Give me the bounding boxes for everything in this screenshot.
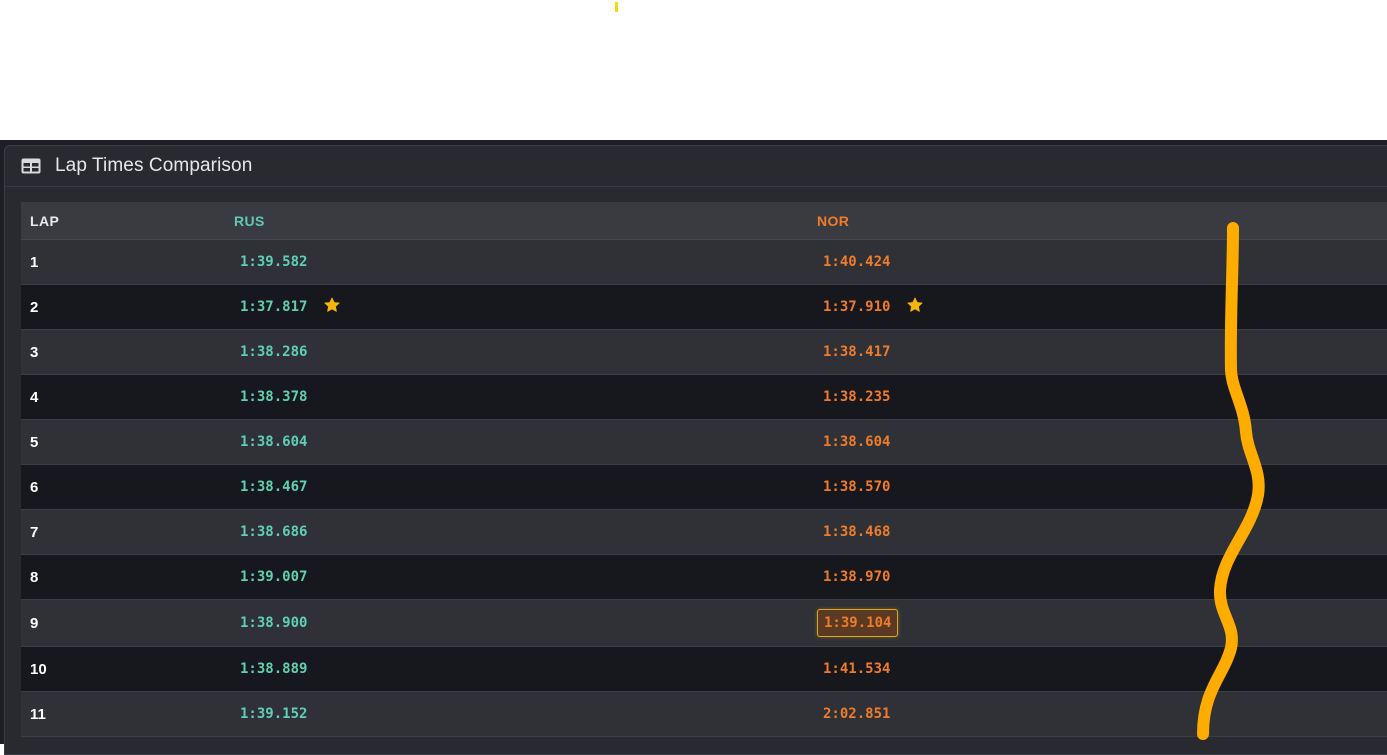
table-row[interactable]: 2 1:37.817 1:37.910: [21, 285, 1387, 330]
rus-time-cell: 1:38.467: [229, 479, 812, 495]
lap-number: 4: [30, 388, 39, 406]
lap-cell: 6: [21, 479, 229, 496]
yellow-marker: [615, 2, 618, 12]
header-rus[interactable]: RUS: [229, 213, 812, 229]
lap-number: 10: [30, 660, 47, 678]
nor-time-cell: 1:41.534: [812, 661, 1387, 677]
table-row[interactable]: 5 1:38.604 1:38.604: [21, 420, 1387, 465]
lap-times-table: LAP RUS NOR 1 1:39.582 1:40.424 2 1:37.817 1:…: [21, 202, 1387, 737]
lap-number: 2: [30, 298, 39, 316]
lap-number: 7: [30, 523, 39, 541]
nor-lap-time-highlighted[interactable]: 1:39.104: [817, 609, 899, 637]
header-lap[interactable]: LAP: [21, 213, 229, 229]
rus-lap-time: 1:38.604: [240, 434, 308, 450]
table-row[interactable]: 11 1:39.152 2:02.851: [21, 692, 1387, 737]
table-row[interactable]: 8 1:39.007 1:38.970: [21, 555, 1387, 600]
nor-lap-time: 1:40.424: [823, 254, 891, 270]
rus-lap-time: 1:37.817: [240, 299, 308, 315]
rus-lap-time: 1:38.467: [240, 479, 308, 495]
table-row[interactable]: 9 1:38.900 1:39.104: [21, 600, 1387, 647]
lap-number: 1: [30, 253, 39, 271]
rus-time-cell: 1:38.604: [229, 434, 812, 450]
lap-number: 6: [30, 478, 39, 496]
panel-header: Lap Times Comparison: [5, 146, 1387, 187]
lap-cell: 1: [21, 254, 229, 271]
rus-lap-time: 1:39.152: [240, 706, 308, 722]
blank-top-area: [0, 0, 1387, 140]
lap-cell: 8: [21, 569, 229, 586]
rus-time-cell: 1:39.007: [229, 569, 812, 585]
rus-lap-time: 1:38.286: [240, 344, 308, 360]
lap-times-panel: Lap Times Comparison LAP RUS NOR 1 1:39.5…: [4, 145, 1387, 755]
nor-time-cell: 1:40.424: [812, 254, 1387, 270]
lap-cell: 2: [21, 299, 229, 316]
rus-time-cell: 1:38.889: [229, 661, 812, 677]
rus-lap-time: 1:38.686: [240, 524, 308, 540]
nor-lap-time: 1:38.970: [823, 569, 891, 585]
lap-cell: 3: [21, 344, 229, 361]
nor-time-cell: 1:38.604: [812, 434, 1387, 450]
rus-time-cell: 1:39.582: [229, 254, 812, 270]
rus-lap-time: 1:38.889: [240, 661, 308, 677]
table-icon: [21, 158, 41, 174]
table-row[interactable]: 6 1:38.467 1:38.570: [21, 465, 1387, 510]
rus-time-cell: 1:38.686: [229, 524, 812, 540]
rus-time-cell: 1:38.286: [229, 344, 812, 360]
rus-time-cell: 1:37.817: [229, 297, 812, 316]
nor-time-cell: 1:37.910: [812, 297, 1387, 316]
table-row[interactable]: 10 1:38.889 1:41.534: [21, 647, 1387, 692]
lap-number: 5: [30, 433, 39, 451]
best-lap-star-icon: [324, 297, 340, 312]
nor-lap-time: 1:38.468: [823, 524, 891, 540]
panel-title: Lap Times Comparison: [55, 155, 253, 176]
nor-time-cell: 2:02.851: [812, 706, 1387, 722]
lap-cell: 9: [21, 615, 229, 632]
lap-number: 8: [30, 568, 39, 586]
nor-lap-time: 2:02.851: [823, 706, 891, 722]
header-nor[interactable]: NOR: [812, 213, 1387, 229]
table-row[interactable]: 7 1:38.686 1:38.468: [21, 510, 1387, 555]
nor-lap-time: 1:37.910: [823, 299, 891, 315]
table-row[interactable]: 4 1:38.378 1:38.235: [21, 375, 1387, 420]
table-row[interactable]: 1 1:39.582 1:40.424: [21, 240, 1387, 285]
nor-time-cell: 1:38.468: [812, 524, 1387, 540]
nor-lap-time: 1:38.417: [823, 344, 891, 360]
rus-time-cell: 1:38.378: [229, 389, 812, 405]
table-header-row: LAP RUS NOR: [21, 202, 1387, 240]
rus-lap-time: 1:38.900: [240, 615, 308, 631]
nor-time-cell: 1:38.570: [812, 479, 1387, 495]
rus-lap-time: 1:39.582: [240, 254, 308, 270]
rus-time-cell: 1:39.152: [229, 706, 812, 722]
lap-number: 9: [30, 614, 39, 632]
best-lap-star-icon: [907, 297, 923, 312]
lap-number: 3: [30, 343, 39, 361]
table-body: 1 1:39.582 1:40.424 2 1:37.817 1:37.910 3 1:38.…: [21, 240, 1387, 737]
rus-lap-time: 1:38.378: [240, 389, 308, 405]
nor-lap-time: 1:41.534: [823, 661, 891, 677]
lap-cell: 5: [21, 434, 229, 451]
lap-cell: 4: [21, 389, 229, 406]
nor-lap-time: 1:38.570: [823, 479, 891, 495]
nor-lap-time: 1:38.604: [823, 434, 891, 450]
lap-number: 11: [30, 705, 46, 723]
rus-time-cell: 1:38.900: [229, 615, 812, 631]
nor-lap-time: 1:38.235: [823, 389, 891, 405]
nor-time-cell: 1:38.417: [812, 344, 1387, 360]
rus-lap-time: 1:39.007: [240, 569, 308, 585]
nor-time-cell: 1:38.970: [812, 569, 1387, 585]
nor-time-cell: 1:38.235: [812, 389, 1387, 405]
table-row[interactable]: 3 1:38.286 1:38.417: [21, 330, 1387, 375]
lap-cell: 7: [21, 524, 229, 541]
lap-cell: 11: [21, 706, 229, 723]
nor-time-cell: 1:39.104: [812, 609, 1387, 637]
lap-cell: 10: [21, 661, 229, 678]
